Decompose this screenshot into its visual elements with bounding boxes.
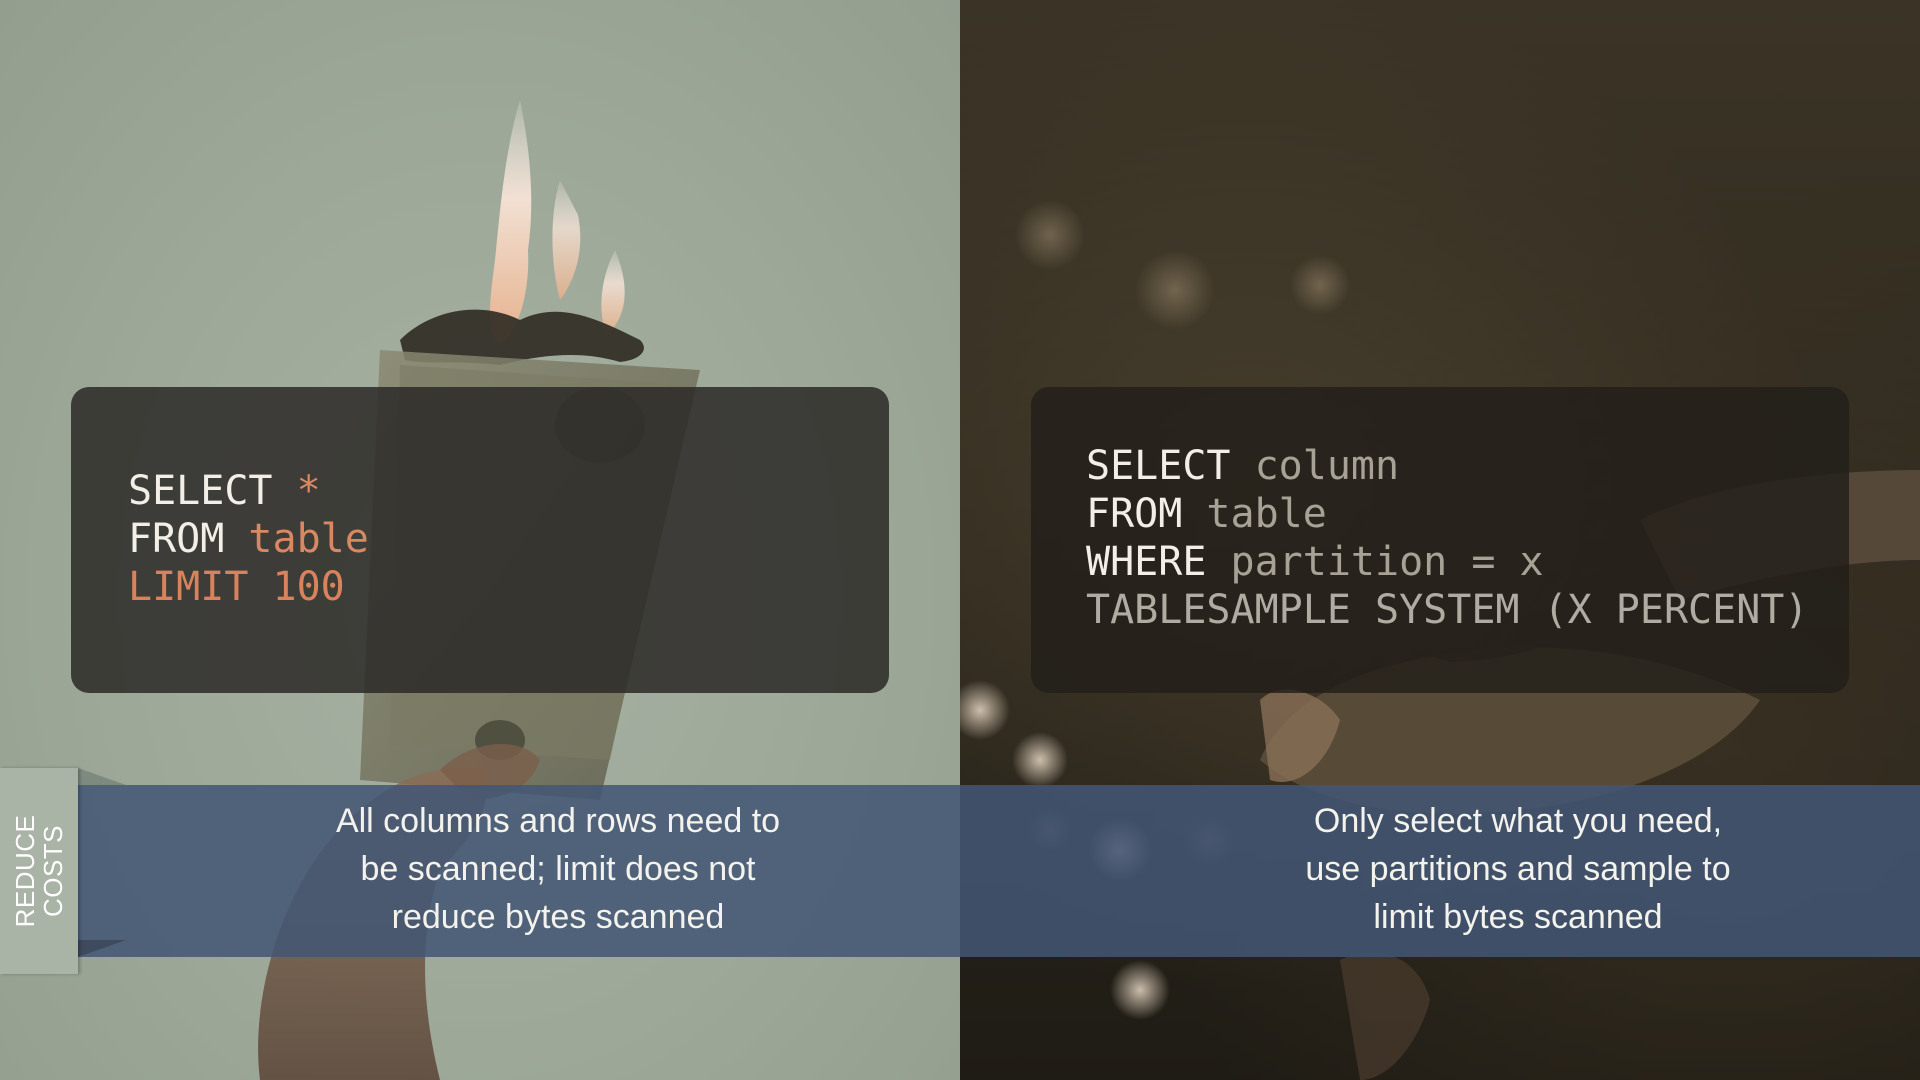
code-line-tablesample: TABLESAMPLE SYSTEM (X PERCENT) [1086,587,1809,633]
sql-code-right: SELECT column FROM table WHERE partition =… [1086,442,1808,634]
caption-left-line-3: reduce bytes scanned [391,898,725,936]
code-line-from: FROM table [128,516,369,562]
sql-code-left: SELECT * FROM table LIMIT 100 [128,467,369,611]
section-tag-label: REDUCE COSTS [10,814,68,928]
caption-right: Only select what you need, use partition… [1208,797,1828,941]
caption-left-line-2: be scanned; limit does not [360,850,756,888]
code-line-select: SELECT column [1086,443,1400,489]
caption-right-line-2: use partitions and sample to [1305,850,1731,888]
code-line-select: SELECT * [128,468,321,514]
code-line-where: WHERE partition = x [1086,539,1544,585]
caption-left-line-1: All columns and rows need to [335,802,781,840]
code-line-from: FROM table [1086,491,1327,537]
code-block-optimized-query: SELECT column FROM table WHERE partition =… [1031,387,1849,693]
caption-right-line-3: limit bytes scanned [1373,898,1663,936]
caption-left: All columns and rows need to be scanned;… [248,797,868,941]
caption-band: All columns and rows need to be scanned;… [78,785,1920,957]
side-tag-fold-top [78,768,126,785]
code-line-limit: LIMIT 100 [128,564,345,610]
caption-right-line-1: Only select what you need, [1313,802,1723,840]
side-tag-fold-bottom [78,940,126,957]
section-tag: REDUCE COSTS [0,768,78,974]
code-block-limit-query: SELECT * FROM table LIMIT 100 [71,387,889,693]
presentation-slide: SELECT * FROM table LIMIT 100 SELECT colum… [0,0,1920,1080]
